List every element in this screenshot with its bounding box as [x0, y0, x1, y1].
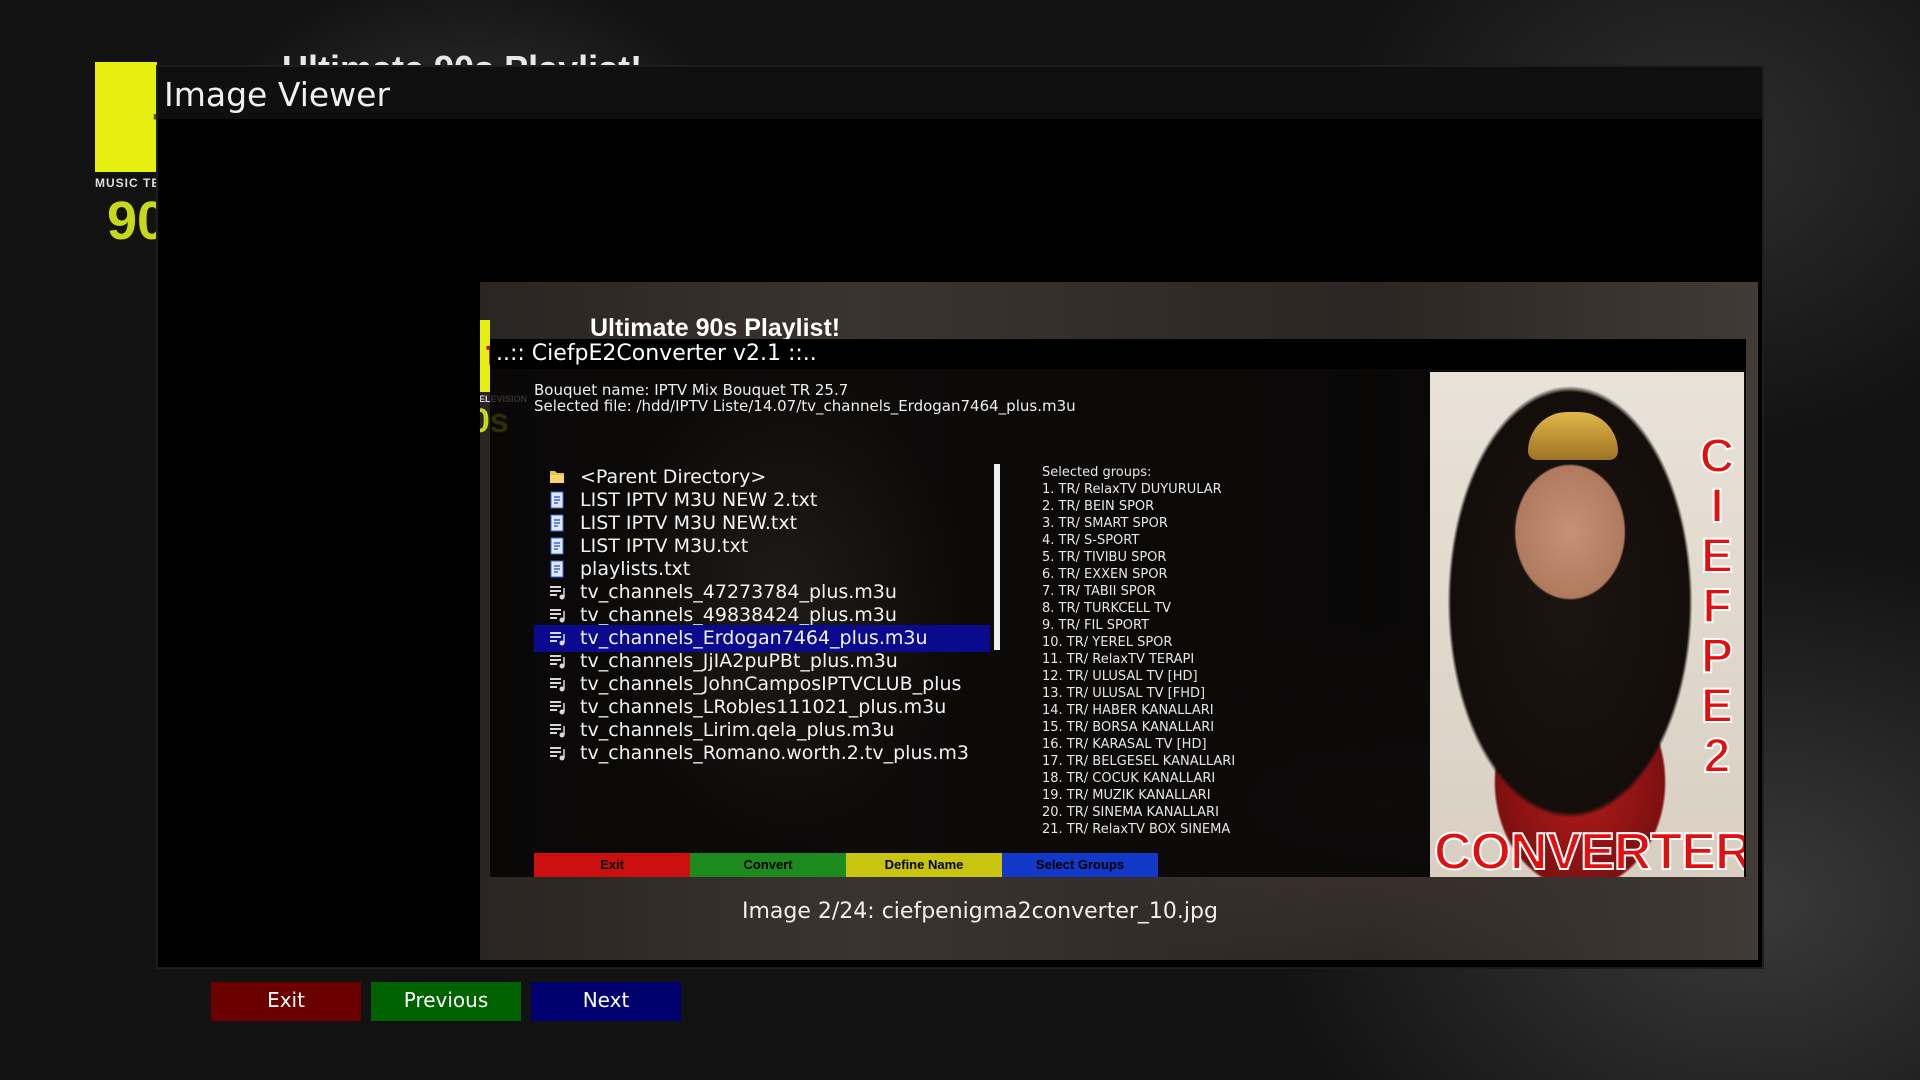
plugin-define-name-button[interactable]: Define Name — [846, 853, 1002, 877]
crown-shape — [1528, 412, 1618, 460]
plugin-convert-button[interactable]: Convert — [690, 853, 846, 877]
cover-vertical-text: CIEFPE2 — [1699, 430, 1736, 783]
image-caption: Image 2/24: ciefpenigma2converter_10.jpg — [742, 899, 1218, 924]
viewer-title: Image Viewer — [164, 75, 391, 114]
text-file-icon — [550, 560, 564, 578]
file-label: tv_channels_LRobles111021_plus.m3u — [580, 696, 947, 718]
groups-header: Selected groups: — [1042, 465, 1152, 480]
selected-file: Selected file: /hdd/IPTV Liste/14.07/tv_… — [534, 397, 1076, 415]
plugin-select-groups-button[interactable]: Select Groups — [1002, 853, 1158, 877]
group-item: 3. TR/ SMART SPOR — [1042, 516, 1168, 531]
group-item: 5. TR/ TIVIBU SPOR — [1042, 550, 1167, 565]
text-file-icon — [550, 491, 564, 509]
playlist-icon — [550, 747, 565, 761]
playlist-icon — [550, 609, 565, 623]
file-label: <Parent Directory> — [580, 466, 767, 488]
plugin-title: ..:: CiefpE2Converter v2.1 ::.. — [496, 341, 817, 366]
group-item: 9. TR/ FIL SPORT — [1042, 618, 1150, 633]
playlist-icon — [550, 586, 565, 600]
file-label: LIST IPTV M3U.txt — [580, 535, 749, 557]
playlist-icon — [550, 655, 565, 669]
group-item: 4. TR/ S-SPORT — [1042, 533, 1140, 548]
group-item: 7. TR/ TABII SPOR — [1042, 584, 1156, 599]
group-item: 14. TR/ HABER KANALLARI — [1042, 703, 1214, 718]
file-label: tv_channels_Romano.worth.2.tv_plus.m3 — [580, 742, 970, 764]
viewer-next-button[interactable]: Next — [531, 982, 681, 1021]
text-file-icon — [550, 537, 564, 555]
folder-icon — [550, 471, 564, 483]
file-label: tv_channels_JohnCamposIPTVCLUB_plus — [580, 673, 962, 695]
playlist-icon — [550, 632, 565, 646]
file-label: tv_channels_Erdogan7464_plus.m3u — [580, 627, 928, 649]
group-item: 10. TR/ YEREL SPOR — [1042, 635, 1173, 650]
file-label: tv_channels_49838424_plus.m3u — [580, 604, 897, 626]
image-viewer-window: Image Viewer tv MUSIC TELEVISION 90s Ult… — [156, 65, 1764, 1021]
playlist-icon — [550, 678, 565, 692]
converter-plugin-window: ..:: CiefpE2Converter v2.1 ::.. Bouquet … — [490, 339, 1746, 877]
group-item: 13. TR/ ULUSAL TV [FHD] — [1042, 686, 1206, 701]
selected-groups-list: Selected groups: 1. TR/ RelaxTV DUYURULA… — [1042, 464, 1342, 838]
file-label: LIST IPTV M3U NEW 2.txt — [580, 489, 818, 511]
text-file-icon — [550, 514, 564, 532]
file-list-scrollbar[interactable] — [994, 464, 1000, 650]
group-item: 17. TR/ BELGESEL KANALLARI — [1042, 754, 1236, 769]
file-label: LIST IPTV M3U NEW.txt — [580, 512, 798, 534]
mtv-m-shape — [95, 62, 157, 172]
playlist-icon — [550, 701, 565, 715]
group-item: 8. TR/ TURKCELL TV — [1042, 601, 1172, 616]
viewer-header: Image Viewer — [158, 67, 1762, 119]
group-item: 1. TR/ RelaxTV DUYURULAR — [1042, 482, 1222, 497]
file-list: <Parent Directory> LIST IPTV M3U NEW 2.t… — [534, 464, 1004, 836]
viewer-previous-button[interactable]: Previous — [371, 982, 521, 1021]
group-item: 16. TR/ KARASAL TV [HD] — [1042, 737, 1207, 752]
group-item: 20. TR/ SINEMA KANALLARI — [1042, 805, 1219, 820]
group-item: 21. TR/ RelaxTV BOX SINEMA — [1042, 822, 1231, 837]
group-item: 2. TR/ BEIN SPOR — [1042, 499, 1155, 514]
group-item: 6. TR/ EXXEN SPOR — [1042, 567, 1168, 582]
playlist-icon — [550, 724, 565, 738]
converter-cover-image: CIEFPE2 CONVERTER — [1430, 372, 1744, 877]
group-item: 12. TR/ ULUSAL TV [HD] — [1042, 669, 1198, 684]
file-label: playlists.txt — [580, 558, 691, 580]
group-item: 15. TR/ BORSA KANALLARI — [1042, 720, 1215, 735]
file-label: tv_channels_47273784_plus.m3u — [580, 581, 897, 603]
file-row[interactable]: tv_channels_Romano.worth.2.tv_plus.m3 — [534, 740, 990, 767]
viewer-exit-button[interactable]: Exit — [211, 982, 361, 1021]
file-label: tv_channels_JjIA2puPBt_plus.m3u — [580, 650, 898, 672]
file-label: tv_channels_Lirim.qela_plus.m3u — [580, 719, 895, 741]
plugin-header: ..:: CiefpE2Converter v2.1 ::.. — [490, 339, 1746, 369]
group-item: 19. TR/ MUZIK KANALLARI — [1042, 788, 1211, 803]
group-item: 11. TR/ RelaxTV TERAPI — [1042, 652, 1195, 667]
cover-converter-text: CONVERTER — [1433, 822, 1744, 877]
plugin-exit-button[interactable]: Exit — [534, 853, 690, 877]
group-item: 18. TR/ COCUK KANALLARI — [1042, 771, 1216, 786]
displayed-image: tv MUSIC TELEVISION 90s Ultimate 90s Pla… — [480, 282, 1758, 960]
